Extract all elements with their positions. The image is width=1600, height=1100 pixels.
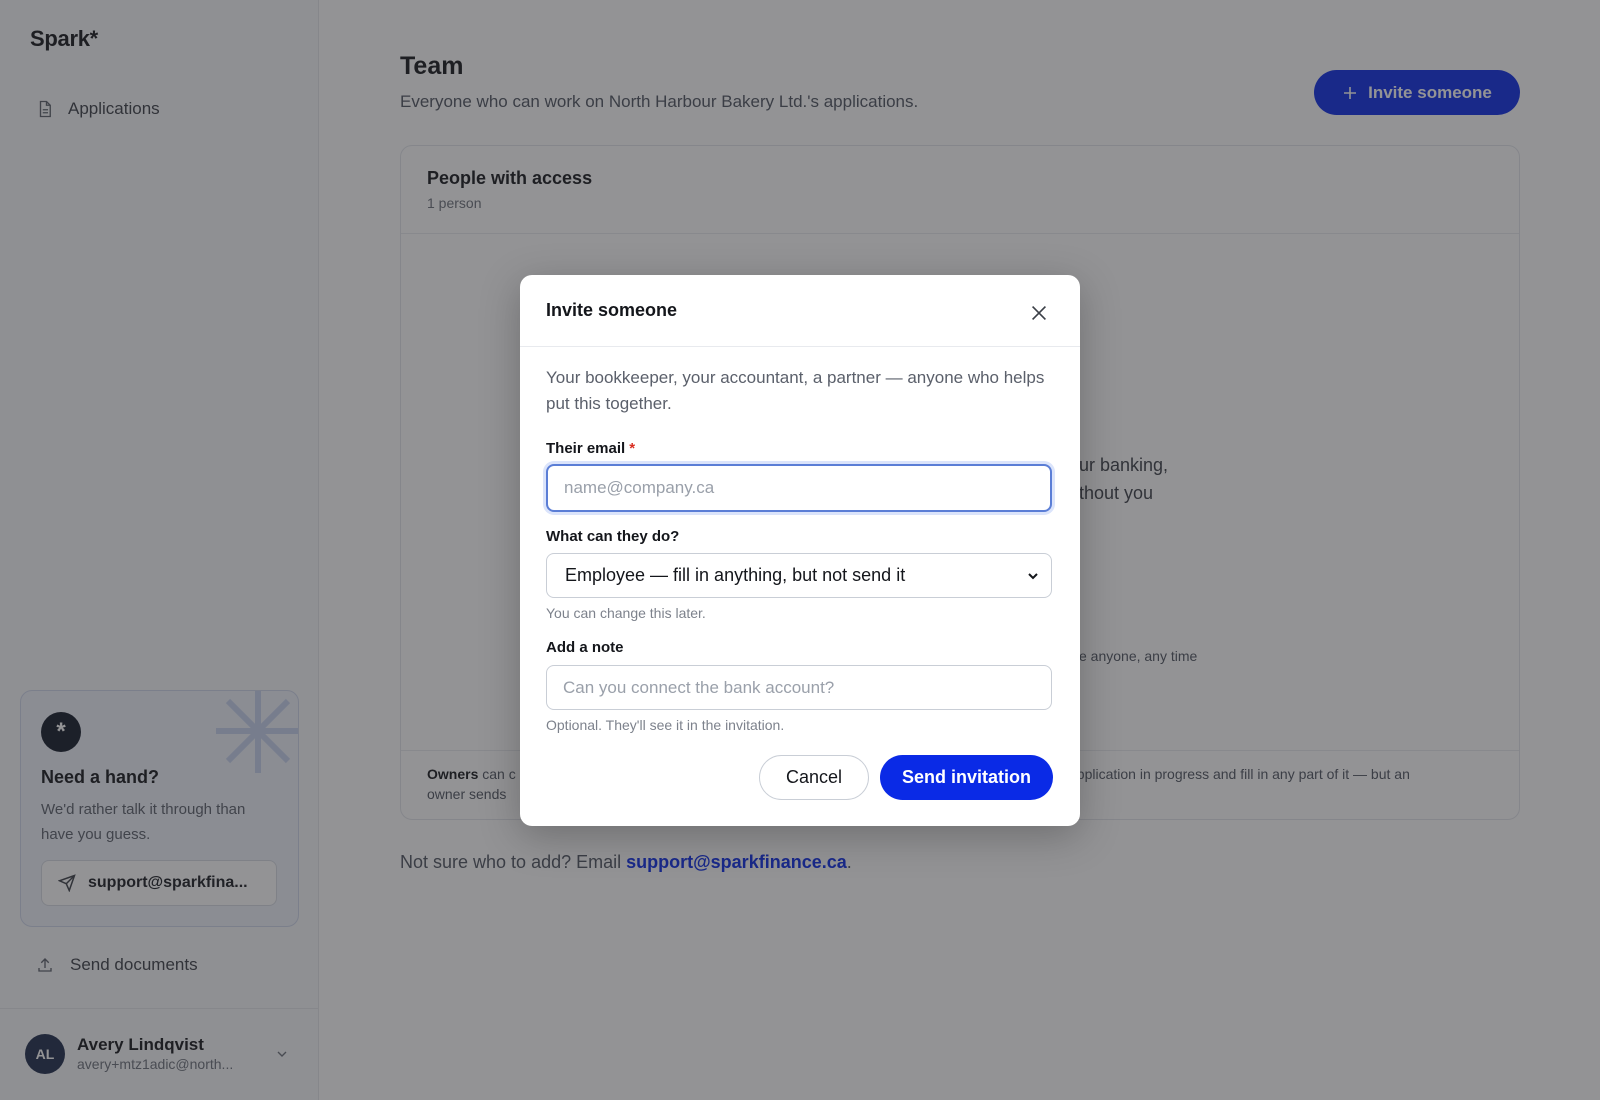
email-label-text: Their email (546, 440, 626, 457)
close-icon[interactable] (1028, 302, 1050, 324)
role-select-value: Employee — fill in anything, but not sen… (565, 565, 906, 585)
cancel-button[interactable]: Cancel (759, 755, 869, 800)
note-help: Optional. They'll see it in the invitati… (546, 717, 785, 733)
role-select[interactable]: Employee — fill in anything, but not sen… (546, 553, 1052, 598)
note-field[interactable] (546, 665, 1052, 710)
role-label: What can they do? (546, 528, 680, 545)
dialog-divider (520, 346, 1080, 347)
email-field[interactable] (546, 464, 1052, 512)
send-invitation-button[interactable]: Send invitation (880, 755, 1053, 800)
email-label: Their email * (546, 440, 635, 457)
dialog-intro: Your bookkeeper, your accountant, a part… (546, 368, 1045, 413)
dialog-title: Invite someone (546, 300, 678, 320)
chevron-down-icon (1028, 573, 1038, 580)
required-marker: * (629, 440, 636, 457)
invite-dialog: Invite someone Your bookkeeper, your acc… (520, 275, 1080, 826)
note-label: Add a note (546, 639, 624, 656)
role-help: You can change this later. (546, 605, 706, 621)
